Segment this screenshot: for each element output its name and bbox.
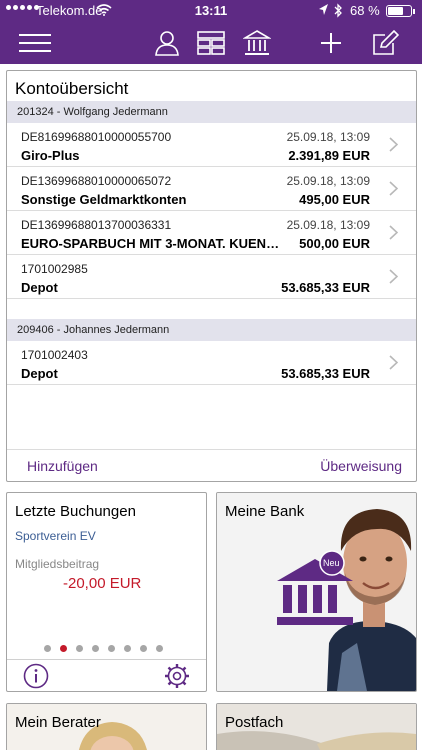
account-overview-panel: Kontoübersicht 201324 - Wolfgang Jederma… bbox=[6, 70, 417, 482]
account-balance: 495,00 EUR bbox=[299, 192, 370, 207]
page-dot[interactable] bbox=[76, 645, 83, 652]
account-iban: DE81699688010000055700 bbox=[21, 130, 172, 144]
gear-icon[interactable] bbox=[164, 663, 190, 689]
transaction-amount: -20,00 EUR bbox=[63, 575, 142, 592]
account-balance: 53.685,33 EUR bbox=[281, 280, 370, 295]
account-date: 25.09.18, 13:09 bbox=[286, 218, 370, 232]
page-dot[interactable] bbox=[140, 645, 147, 652]
account-balance: 53.685,33 EUR bbox=[281, 366, 370, 381]
battery-percent: 68 % bbox=[350, 3, 380, 18]
account-row-sparbuch[interactable]: DE13699688013700036331 25.09.18, 13:09 E… bbox=[7, 211, 416, 255]
account-balance: 500,00 EUR bbox=[299, 236, 370, 251]
accounts-grid-icon bbox=[197, 31, 225, 55]
group-header: 201324 - Wolfgang Jedermann bbox=[7, 101, 416, 123]
page-dot[interactable] bbox=[108, 645, 115, 652]
status-bar: Telekom.de 13:11 68 % bbox=[0, 0, 422, 22]
account-iban: DE13699688010000065072 bbox=[21, 174, 172, 188]
panel-actions: Hinzufügen Überweisung bbox=[7, 449, 416, 481]
compose-button[interactable] bbox=[368, 22, 402, 64]
page-dot[interactable] bbox=[44, 645, 51, 652]
user-icon bbox=[155, 31, 179, 56]
battery-icon bbox=[386, 5, 415, 17]
profile-button[interactable] bbox=[150, 22, 184, 64]
my-advisor-tile[interactable]: Mein Berater bbox=[6, 703, 207, 750]
compose-icon bbox=[373, 30, 399, 55]
account-row-geldmarkt[interactable]: DE13699688010000065072 25.09.18, 13:09 S… bbox=[7, 167, 416, 211]
page-indicator[interactable] bbox=[44, 645, 163, 652]
mailbox-tile[interactable]: Postfach bbox=[216, 703, 417, 750]
menu-button[interactable] bbox=[12, 22, 58, 64]
top-navbar bbox=[0, 22, 422, 64]
bluetooth-icon bbox=[334, 3, 342, 18]
page-dot[interactable] bbox=[60, 645, 67, 652]
account-date: 25.09.18, 13:09 bbox=[286, 130, 370, 144]
add-account-link[interactable]: Hinzufügen bbox=[27, 458, 98, 474]
chevron-right-icon bbox=[389, 355, 398, 370]
bank-button[interactable] bbox=[240, 22, 274, 64]
account-row-depot-2[interactable]: 1701002403 Depot 53.685,33 EUR bbox=[7, 341, 416, 385]
tile-title: Letzte Buchungen bbox=[15, 503, 136, 520]
new-badge: Neu bbox=[323, 558, 340, 568]
recent-transactions-tile[interactable]: Letzte Buchungen Sportverein EV Mitglied… bbox=[6, 492, 207, 692]
my-bank-tile[interactable]: Meine Bank Neu bbox=[216, 492, 417, 692]
account-name: EURO-SPARBUCH MIT 3-MONAT. KUEN… bbox=[21, 236, 280, 251]
account-row-depot[interactable]: 1701002985 Depot 53.685,33 EUR bbox=[7, 255, 416, 299]
account-row-giro-plus[interactable]: DE81699688010000055700 25.09.18, 13:09 G… bbox=[7, 123, 416, 167]
account-name: Sonstige Geldmarktkonten bbox=[21, 192, 187, 207]
chevron-right-icon bbox=[389, 181, 398, 196]
plus-icon bbox=[321, 33, 341, 53]
account-iban: DE13699688013700036331 bbox=[21, 218, 172, 232]
page-dot[interactable] bbox=[92, 645, 99, 652]
account-balance: 2.391,89 EUR bbox=[288, 148, 370, 163]
tile-footer bbox=[7, 659, 206, 691]
tile-title: Meine Bank bbox=[225, 503, 305, 520]
add-button[interactable] bbox=[316, 22, 346, 64]
transaction-description: Mitgliedsbeitrag bbox=[15, 557, 100, 571]
chevron-right-icon bbox=[389, 225, 398, 240]
menu-icon bbox=[19, 34, 51, 52]
info-icon[interactable] bbox=[23, 663, 49, 689]
tile-title: Postfach bbox=[225, 714, 284, 731]
group-header: 209406 - Johannes Jedermann bbox=[7, 319, 416, 341]
transaction-counterparty: Sportverein EV bbox=[15, 529, 96, 543]
account-number: 1701002985 bbox=[21, 262, 88, 276]
account-number: 1701002403 bbox=[21, 348, 88, 362]
tile-title: Mein Berater bbox=[15, 714, 101, 731]
account-name: Giro-Plus bbox=[21, 148, 80, 163]
account-date: 25.09.18, 13:09 bbox=[286, 174, 370, 188]
location-arrow-icon bbox=[319, 4, 328, 15]
account-name: Depot bbox=[21, 280, 58, 295]
transfer-link[interactable]: Überweisung bbox=[320, 458, 402, 474]
bank-icon bbox=[243, 30, 271, 55]
page-dot[interactable] bbox=[124, 645, 131, 652]
chevron-right-icon bbox=[389, 269, 398, 284]
accounts-overview-button[interactable] bbox=[194, 22, 228, 64]
account-name: Depot bbox=[21, 366, 58, 381]
chevron-right-icon bbox=[389, 137, 398, 152]
panel-title: Kontoübersicht bbox=[15, 79, 129, 98]
bank-icon bbox=[277, 550, 353, 625]
page-dot[interactable] bbox=[156, 645, 163, 652]
